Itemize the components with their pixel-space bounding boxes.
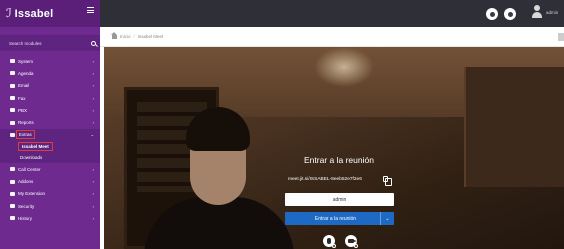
chevron-right-icon: › — [92, 58, 94, 64]
sidebar-item-fax[interactable]: Fax › — [0, 92, 100, 104]
join-button-label: Entrar a la reunión — [314, 215, 357, 222]
notifications-icon[interactable] — [486, 8, 498, 20]
microphone-toggle[interactable] — [323, 235, 336, 248]
search-icon[interactable] — [91, 40, 96, 46]
chart-icon — [10, 120, 15, 125]
breadcrumb-current: Issabel Meet — [137, 34, 164, 39]
sidebar-item-my-extension[interactable]: My Extension › — [0, 188, 100, 200]
chevron-right-icon: › — [92, 70, 94, 76]
user-avatar[interactable] — [532, 5, 542, 19]
issabel-logo-icon: ℐ — [6, 6, 12, 20]
menu-toggle-icon[interactable] — [87, 7, 94, 13]
top-bar: admin — [100, 0, 564, 27]
sidebar-item-email[interactable]: Email › — [0, 80, 100, 92]
camera-toggle[interactable] — [345, 235, 358, 248]
join-title: Entrar a la reunión — [304, 155, 374, 165]
history-icon — [10, 216, 15, 221]
chevron-right-icon: › — [92, 191, 94, 197]
settings-icon[interactable] — [504, 8, 516, 20]
sidebar-item-pbx[interactable]: PBX › — [0, 104, 100, 116]
sidebar-item-security[interactable]: Security › — [0, 200, 100, 212]
help-icon[interactable] — [558, 33, 564, 41]
plus-circle-icon — [10, 132, 15, 137]
sidebar-item-label: Reports — [18, 120, 34, 126]
user-name[interactable]: admin — [546, 10, 558, 15]
sidebar-item-label: Addons — [18, 179, 34, 185]
module-search — [0, 35, 100, 51]
sidebar-item-label: History — [18, 215, 33, 221]
chevron-right-icon: › — [92, 83, 94, 89]
calendar-icon — [10, 71, 15, 76]
breadcrumb: Inicio / Issabel Meet — [100, 27, 564, 47]
chevron-down-icon: ⌄ — [90, 132, 94, 138]
sidebar-item-label: My Extension — [18, 191, 46, 197]
printer-icon — [10, 96, 15, 101]
sidebar-item-label: Agenda — [18, 70, 34, 76]
sidebar-item-agenda[interactable]: Agenda › — [0, 67, 100, 79]
chevron-right-icon: › — [92, 95, 94, 101]
copy-icon[interactable] — [383, 176, 392, 186]
search-input[interactable] — [9, 40, 91, 46]
chevron-right-icon: › — [92, 215, 94, 221]
breadcrumb-separator: / — [133, 34, 135, 39]
envelope-icon — [10, 83, 15, 88]
home-icon — [111, 31, 117, 39]
breadcrumb-home[interactable]: Inicio — [120, 34, 131, 39]
sidebar-menu: System › Agenda › Email › Fax › PBX › Re… — [0, 55, 100, 225]
chevron-right-icon: › — [92, 120, 94, 126]
computer-icon — [10, 59, 15, 64]
brand-name: Issabel — [14, 7, 54, 20]
submenu-item-label: Downloads — [20, 155, 43, 161]
sidebar-item-system[interactable]: System › — [0, 55, 100, 67]
sidebar-item-reports[interactable]: Reports › — [0, 116, 100, 128]
meeting-url: meet.jit.si/ISSABEL-8eeb52e7f2e6 — [288, 177, 362, 182]
camera-icon — [348, 239, 357, 243]
chevron-down-icon[interactable]: ⌄ — [380, 212, 394, 225]
dropdown-badge-icon — [354, 244, 358, 248]
puzzle-icon — [10, 179, 15, 184]
display-name-input[interactable] — [285, 193, 394, 206]
submenu-item-label: Issabel Meet — [18, 142, 53, 152]
join-meeting-button[interactable]: Entrar a la reunión ⌄ — [285, 212, 394, 225]
sidebar-item-label: Email — [18, 83, 30, 89]
submenu-item-downloads[interactable]: Downloads — [0, 152, 100, 164]
sidebar-item-label: PBX — [18, 107, 28, 113]
chevron-right-icon: › — [92, 166, 94, 172]
sidebar: ℐ Issabel System › Agenda › Email › Fax … — [0, 0, 100, 249]
extension-icon — [10, 191, 15, 196]
video-preview: Entrar a la reunión meet.jit.si/ISSABEL-… — [104, 47, 564, 249]
sidebar-item-label: Fax — [18, 95, 26, 101]
chevron-right-icon: › — [92, 107, 94, 113]
microphone-icon — [327, 238, 331, 244]
sidebar-item-label: Call Center — [18, 166, 41, 172]
shield-icon — [10, 204, 15, 209]
headset-icon — [10, 167, 15, 172]
sidebar-item-addons[interactable]: Addons › — [0, 175, 100, 187]
chevron-right-icon: › — [92, 179, 94, 185]
sidebar-item-history[interactable]: History › — [0, 212, 100, 224]
sidebar-item-extras[interactable]: Extras ⌄ — [0, 128, 100, 142]
brand-header: ℐ Issabel — [0, 0, 100, 27]
sidebar-item-label: Extras — [16, 130, 35, 140]
sidebar-item-label: System — [18, 58, 34, 64]
dropdown-badge-icon — [332, 244, 336, 248]
sidebar-item-label: Security — [18, 203, 35, 209]
phone-icon — [10, 108, 15, 113]
sidebar-item-call-center[interactable]: Call Center › — [0, 163, 100, 175]
submenu-item-issabel-meet[interactable]: Issabel Meet — [0, 141, 100, 153]
chevron-right-icon: › — [92, 203, 94, 209]
